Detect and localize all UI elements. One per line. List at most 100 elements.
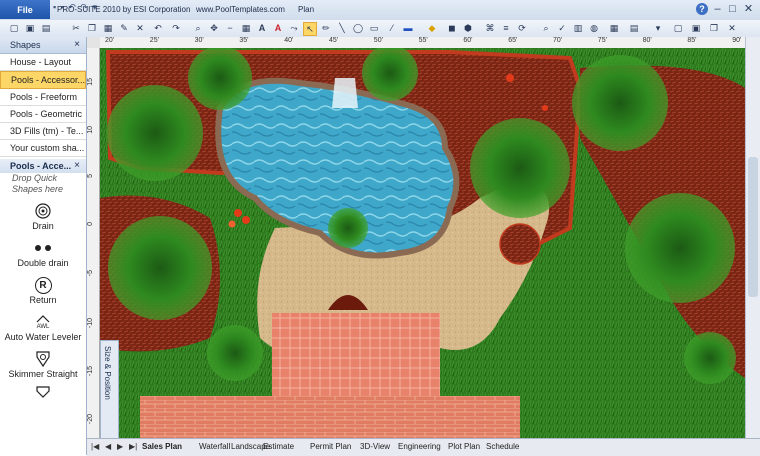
pencil-icon[interactable]: ✏ — [320, 22, 332, 34]
group-icon[interactable]: ⌘ — [484, 22, 496, 34]
drawing-canvas[interactable] — [100, 48, 745, 438]
delete-icon[interactable]: ✕ — [134, 22, 146, 34]
options-icon[interactable]: ▾ — [652, 22, 664, 34]
window-icon[interactable]: ▢ — [672, 22, 684, 34]
next-page-button[interactable]: ▶ — [117, 442, 123, 451]
shape-next[interactable] — [0, 382, 86, 402]
tab-waterfall[interactable]: Waterfall — [199, 442, 230, 451]
tab-estimate[interactable]: Estimate — [263, 442, 294, 451]
category-custom-shapes[interactable]: Your custom sha... — [0, 140, 86, 157]
brick-walkway — [140, 396, 520, 438]
rectangle-icon[interactable]: ▭ — [368, 22, 380, 34]
chart-icon[interactable]: ▤ — [628, 22, 640, 34]
new-icon[interactable]: ▢ — [8, 22, 20, 34]
save-icon[interactable]: ▣ — [24, 22, 36, 34]
table-icon[interactable]: ▦ — [608, 22, 620, 34]
print-icon[interactable]: ▤ — [40, 22, 52, 34]
line-color-icon[interactable]: ▬ — [402, 22, 414, 34]
connector-icon[interactable]: ⤳ — [288, 22, 300, 34]
close-icon[interactable]: × — [74, 37, 80, 53]
ellipse-icon[interactable]: ◯ — [352, 22, 364, 34]
pan-icon[interactable]: ✥ — [208, 22, 220, 34]
tab-3d-view[interactable]: 3D-View — [360, 442, 390, 451]
tile-patio — [272, 313, 440, 398]
redo-icon[interactable]: ↷ — [170, 22, 182, 34]
shrub — [328, 208, 368, 248]
stencil-section-header[interactable]: Pools - Acce... × — [0, 159, 86, 173]
line-style-icon[interactable]: ⁄ — [386, 22, 398, 34]
auto-water-leveler-icon: AWL — [35, 314, 51, 331]
size-position-tab[interactable]: Size & Position — [100, 340, 119, 440]
tab-engineering[interactable]: Engineering — [398, 442, 441, 451]
undo-icon[interactable]: ↶ — [152, 22, 164, 34]
shape-return[interactable]: R Return — [0, 275, 86, 306]
text-icon[interactable]: A — [256, 22, 268, 34]
category-pools-freeform[interactable]: Pools - Freeform — [0, 89, 86, 106]
shapes-panel: Shapes × House - Layout Pools - Accessor… — [0, 37, 87, 455]
bring-front-icon[interactable]: ⬢ — [462, 22, 474, 34]
shape-skimmer-straight[interactable]: Skimmer Straight — [0, 349, 86, 380]
ruler-tick-label: 80' — [642, 37, 652, 44]
tab-plot-plan[interactable]: Plot Plan — [448, 442, 480, 451]
vertical-ruler: 15 10 5 0 -5 -10 -15 -20 — [87, 48, 100, 438]
tile-icon[interactable]: ▣ — [690, 22, 702, 34]
last-page-button[interactable]: ▶| — [129, 442, 137, 451]
font-color-icon[interactable]: A — [272, 22, 284, 34]
close-icon[interactable]: × — [74, 159, 80, 173]
category-pools-geometric[interactable]: Pools - Geometric — [0, 106, 86, 123]
shadow-icon[interactable]: ◼ — [446, 22, 458, 34]
align-icon[interactable]: ≡ — [500, 22, 512, 34]
help-icon[interactable]: ? — [696, 3, 708, 15]
app-title: PRO-SUITE 2010 by ESI Corporation — [57, 5, 191, 14]
ruler-tick-label: 15 — [87, 78, 94, 86]
maximize-button[interactable]: □ — [726, 3, 739, 16]
category-house-layout[interactable]: House - Layout — [0, 54, 86, 71]
ruler-tick-label: -10 — [87, 318, 94, 329]
fill-color-icon[interactable]: ◆ — [426, 22, 438, 34]
grid-icon[interactable]: ▦ — [240, 22, 252, 34]
return-glyph: R — [39, 279, 47, 291]
line-icon[interactable]: ╲ — [336, 22, 348, 34]
copy-icon[interactable]: ❐ — [86, 22, 98, 34]
ruler-tick-label: 60' — [463, 37, 473, 44]
spell-icon[interactable]: ✓ — [556, 22, 568, 34]
ruler-tick-label: 25' — [149, 37, 159, 44]
cut-icon[interactable]: ✂ — [70, 22, 82, 34]
tab-permit-plan[interactable]: Permit Plan — [310, 442, 351, 451]
prev-page-button[interactable]: ◀ — [105, 442, 111, 451]
tab-sales-plan[interactable]: Sales Plan — [142, 442, 182, 451]
format-painter-icon[interactable]: ✎ — [118, 22, 130, 34]
shape-label: Auto Water Leveler — [4, 332, 82, 342]
cascade-icon[interactable]: ❐ — [708, 22, 720, 34]
vertical-scrollbar[interactable] — [745, 37, 760, 438]
shape-double-drain[interactable]: Double drain — [0, 238, 86, 269]
rotate-icon[interactable]: ⟳ — [516, 22, 528, 34]
drop-quick-shapes-hint: Drop Quick Shapes here — [12, 173, 64, 194]
category-3d-fills[interactable]: 3D Fills (tm) - Te... — [0, 123, 86, 140]
shape-label: Skimmer Straight — [8, 369, 78, 379]
shape-label: Double drain — [17, 258, 69, 268]
paste-icon[interactable]: ▦ — [102, 22, 114, 34]
ruler-tick-label: -5 — [87, 270, 94, 277]
minimize-button[interactable]: – — [711, 3, 724, 16]
shape-auto-water-leveler[interactable]: AWL Auto Water Leveler — [0, 312, 86, 343]
zoom-icon[interactable]: ⌕ — [192, 22, 204, 34]
palm-tree — [625, 193, 735, 303]
pointer-icon[interactable]: ↖ — [303, 22, 317, 36]
shape-drain[interactable]: Drain — [0, 201, 86, 232]
globe-icon[interactable]: ◍ — [588, 22, 600, 34]
ruler-tick-label: 65' — [508, 37, 518, 44]
ruler-tick-label: 0 — [87, 222, 94, 226]
page-tab-bar: |◀ ◀ ▶ ▶| Sales Plan Waterfall Landscape Es… — [87, 438, 760, 456]
file-menu-button[interactable]: File — [0, 0, 50, 19]
zoom-out-icon[interactable]: − — [224, 22, 236, 34]
find-icon[interactable]: ⌕ — [540, 22, 552, 34]
close-doc-icon[interactable]: ✕ — [726, 22, 738, 34]
category-pools-accessories[interactable]: Pools - Accessor... — [0, 71, 86, 89]
scrollbar-thumb[interactable] — [748, 157, 758, 297]
tab-schedule[interactable]: Schedule — [486, 442, 519, 451]
close-button[interactable]: ✕ — [742, 3, 755, 16]
shrub — [684, 332, 736, 384]
layers-icon[interactable]: ▥ — [572, 22, 584, 34]
first-page-button[interactable]: |◀ — [91, 442, 99, 451]
